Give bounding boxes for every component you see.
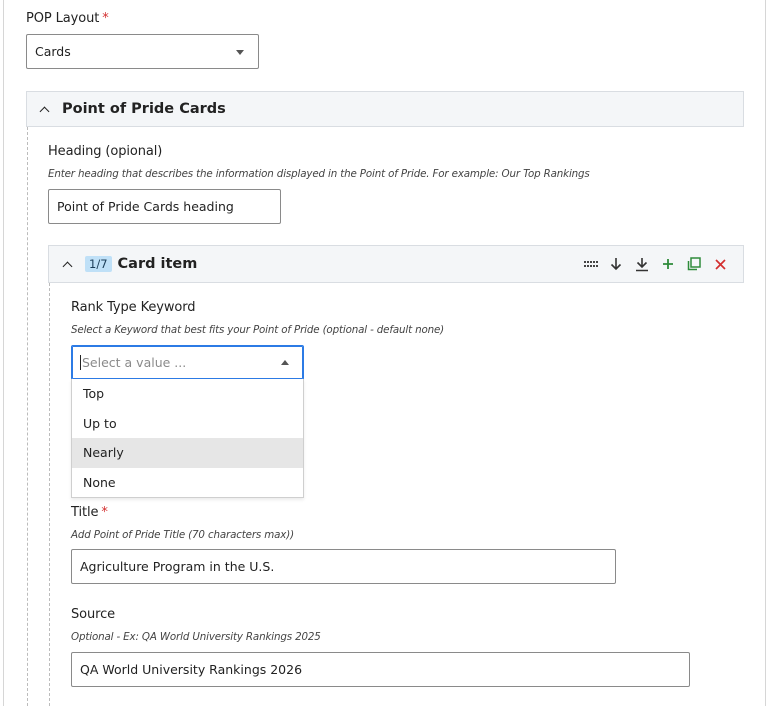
- pop-layout-value: Cards: [35, 44, 71, 59]
- arrow-down-icon[interactable]: [607, 246, 625, 282]
- rank-type-option-top[interactable]: Top: [72, 379, 303, 409]
- rank-type-option-nearly[interactable]: Nearly: [72, 438, 303, 468]
- card-item-counter-badge: 1/7: [85, 256, 112, 272]
- heading-hint: Enter heading that describes the informa…: [48, 168, 590, 180]
- card-item-panel-guide: [49, 283, 50, 706]
- plus-icon[interactable]: [659, 246, 677, 282]
- rank-type-option-none[interactable]: None: [72, 468, 303, 498]
- pop-cards-panel-header[interactable]: Point of Pride Cards: [26, 91, 744, 127]
- rank-type-dropdown: Top Up to Nearly None: [71, 379, 304, 498]
- pop-cards-panel-title: Point of Pride Cards: [62, 101, 226, 117]
- card-item-title: Card item: [117, 256, 198, 272]
- source-hint: Optional - Ex: QA World University Ranki…: [71, 631, 321, 643]
- title-hint: Add Point of Pride Title (70 characters …: [71, 529, 294, 541]
- arrow-to-bottom-icon[interactable]: [633, 246, 651, 282]
- rank-type-hint: Select a Keyword that best fits your Poi…: [71, 324, 445, 336]
- title-input[interactable]: Agriculture Program in the U.S.: [71, 549, 616, 584]
- drag-handle-icon[interactable]: [582, 246, 600, 282]
- rank-type-option-up-to[interactable]: Up to: [72, 409, 303, 439]
- rank-type-label: Rank Type Keyword: [71, 300, 196, 315]
- pop-cards-panel-guide: [27, 127, 28, 706]
- title-label: Title *: [71, 505, 108, 520]
- caret-up-icon[interactable]: [281, 360, 289, 365]
- duplicate-icon[interactable]: [685, 246, 703, 282]
- rank-type-placeholder: Select a value ...: [82, 355, 187, 370]
- pop-layout-label: POP Layout *: [26, 11, 109, 26]
- caret-down-icon: [236, 50, 244, 55]
- rank-type-select[interactable]: Select a value ...: [71, 345, 304, 380]
- heading-input[interactable]: Point of Pride Cards heading: [48, 189, 281, 224]
- source-input[interactable]: QA World University Rankings 2026: [71, 652, 690, 687]
- close-icon[interactable]: [711, 246, 729, 282]
- card-item-panel-header[interactable]: 1/7 Card item: [48, 245, 744, 283]
- chevron-up-icon[interactable]: [62, 261, 73, 271]
- source-label: Source: [71, 607, 116, 622]
- pop-layout-select[interactable]: Cards: [26, 34, 259, 69]
- chevron-up-icon[interactable]: [39, 106, 50, 116]
- heading-label: Heading (opional): [48, 144, 163, 159]
- text-cursor: [80, 355, 81, 370]
